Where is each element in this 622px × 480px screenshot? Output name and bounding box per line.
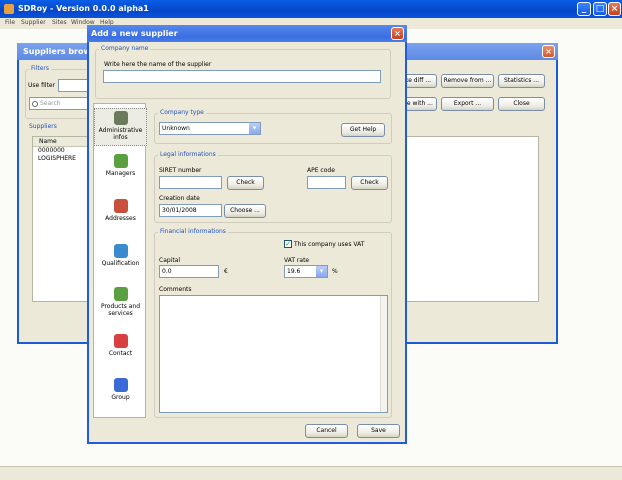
creation-date-label: Creation date bbox=[159, 195, 200, 202]
comments-scrollbar[interactable] bbox=[380, 296, 387, 412]
nav-administrative-infos[interactable]: Administrative infos bbox=[94, 108, 147, 146]
search-icon bbox=[32, 100, 38, 107]
ape-input[interactable] bbox=[307, 176, 346, 189]
group-icon bbox=[113, 378, 128, 392]
status-bar bbox=[0, 466, 622, 480]
get-help-button[interactable]: Get Help bbox=[341, 123, 385, 137]
nav-label: Addresses bbox=[105, 215, 136, 222]
nav-label: Group bbox=[111, 394, 130, 401]
comments-label: Comments bbox=[159, 286, 192, 293]
suppliers-list[interactable]: Name 0000000 LOGISPHERE bbox=[32, 136, 90, 302]
close-button[interactable]: × bbox=[608, 2, 621, 16]
company-name-input[interactable] bbox=[103, 70, 381, 83]
siret-label: SIRET number bbox=[159, 167, 202, 174]
company-type-label: Company type bbox=[158, 109, 206, 116]
nav-products-and-services[interactable]: Products and services bbox=[94, 287, 147, 317]
nav-label: Contact bbox=[108, 350, 133, 357]
statistics-button[interactable]: Statistics ... bbox=[498, 74, 545, 88]
vat-checkbox-label: This company uses VAT bbox=[294, 241, 365, 248]
menu-supplier[interactable]: Supplier bbox=[21, 19, 46, 26]
menu-sites[interactable]: Sites bbox=[52, 19, 67, 26]
use-filter-label: Use filter bbox=[28, 82, 56, 89]
suppliers-label: Suppliers bbox=[29, 123, 57, 130]
nav-addresses[interactable]: Addresses bbox=[94, 199, 147, 222]
ape-label: APE code bbox=[307, 167, 335, 174]
main-titlebar: SDRoy - Version 0.0.0 alpha1 _ □ × bbox=[0, 0, 622, 18]
main-window-title: SDRoy - Version 0.0.0 alpha1 bbox=[18, 4, 149, 13]
legal-label: Legal informations bbox=[158, 151, 218, 158]
info-icon bbox=[113, 111, 128, 125]
company-name-hint: Write here the name of the supplier bbox=[104, 61, 212, 68]
company-type-select[interactable]: Unknown ▾ bbox=[159, 122, 261, 135]
capital-label: Capital bbox=[159, 257, 181, 264]
vat-rate-select[interactable]: 19.6 ▾ bbox=[284, 265, 328, 278]
nav-label: Administrative infos bbox=[98, 127, 143, 141]
export-button[interactable]: Export ... bbox=[441, 97, 494, 111]
nav-label: Products and services bbox=[100, 303, 141, 317]
nav-qualification[interactable]: Qualification bbox=[94, 244, 147, 267]
section-nav: Administrative infos Managers Addresses … bbox=[93, 103, 147, 418]
nav-contact[interactable]: Contact bbox=[94, 334, 147, 357]
comments-textarea[interactable] bbox=[159, 295, 388, 413]
filters-label: Filters bbox=[29, 65, 51, 72]
vat-rate-label: VAT rate bbox=[284, 257, 310, 264]
filters-group: Filters bbox=[25, 65, 95, 119]
nav-label: Managers bbox=[105, 170, 136, 177]
dialog-close-icon[interactable]: × bbox=[391, 27, 404, 40]
siret-check-button[interactable]: Check bbox=[227, 176, 264, 190]
cancel-button[interactable]: Cancel bbox=[305, 424, 348, 438]
menu-file[interactable]: File bbox=[5, 19, 15, 26]
products-icon bbox=[113, 287, 128, 301]
choose-date-button[interactable]: Choose ... bbox=[224, 204, 266, 218]
list-item[interactable]: 0000000 bbox=[33, 147, 89, 155]
vat-rate-value: 19.6 bbox=[287, 268, 301, 275]
search-input[interactable]: Search bbox=[29, 97, 91, 110]
chevron-down-icon: ▾ bbox=[249, 123, 260, 134]
creation-date-input[interactable]: 30/01/2008 bbox=[159, 204, 222, 217]
remove-from-button[interactable]: Remove from ... bbox=[441, 74, 494, 88]
capital-unit: € bbox=[224, 268, 228, 275]
nav-managers[interactable]: Managers bbox=[94, 154, 147, 177]
dialog-title: Add a new supplier bbox=[91, 29, 178, 38]
app-icon bbox=[4, 4, 14, 14]
suppliers-close-icon[interactable]: × bbox=[542, 45, 555, 58]
qualification-icon bbox=[113, 244, 128, 258]
managers-icon bbox=[113, 154, 128, 168]
company-name-label: Company name bbox=[99, 45, 151, 52]
contact-icon bbox=[113, 334, 128, 348]
minimize-button[interactable]: _ bbox=[577, 2, 591, 16]
name-column-header[interactable]: Name bbox=[33, 137, 89, 147]
list-item[interactable]: LOGISPHERE bbox=[33, 155, 89, 163]
close-suppliers-button[interactable]: Close bbox=[498, 97, 545, 111]
siret-input[interactable] bbox=[159, 176, 222, 189]
search-placeholder: Search bbox=[40, 100, 61, 107]
company-type-value: Unknown bbox=[162, 125, 190, 132]
vat-unit: % bbox=[332, 268, 338, 275]
financial-label: Financial informations bbox=[158, 228, 228, 235]
supplier-details-list[interactable] bbox=[405, 136, 539, 302]
filter-input[interactable] bbox=[58, 79, 88, 92]
capital-input[interactable]: 0.0 bbox=[159, 265, 219, 278]
vat-checkbox[interactable]: ✓ bbox=[284, 240, 292, 248]
chevron-down-icon: ▾ bbox=[316, 266, 327, 277]
ape-check-button[interactable]: Check bbox=[351, 176, 388, 190]
nav-group[interactable]: Group bbox=[94, 378, 147, 401]
dialog-titlebar: Add a new supplier × bbox=[87, 25, 407, 42]
nav-label: Qualification bbox=[101, 260, 140, 267]
save-button[interactable]: Save bbox=[357, 424, 400, 438]
maximize-button[interactable]: □ bbox=[593, 2, 607, 16]
addresses-icon bbox=[113, 199, 128, 213]
